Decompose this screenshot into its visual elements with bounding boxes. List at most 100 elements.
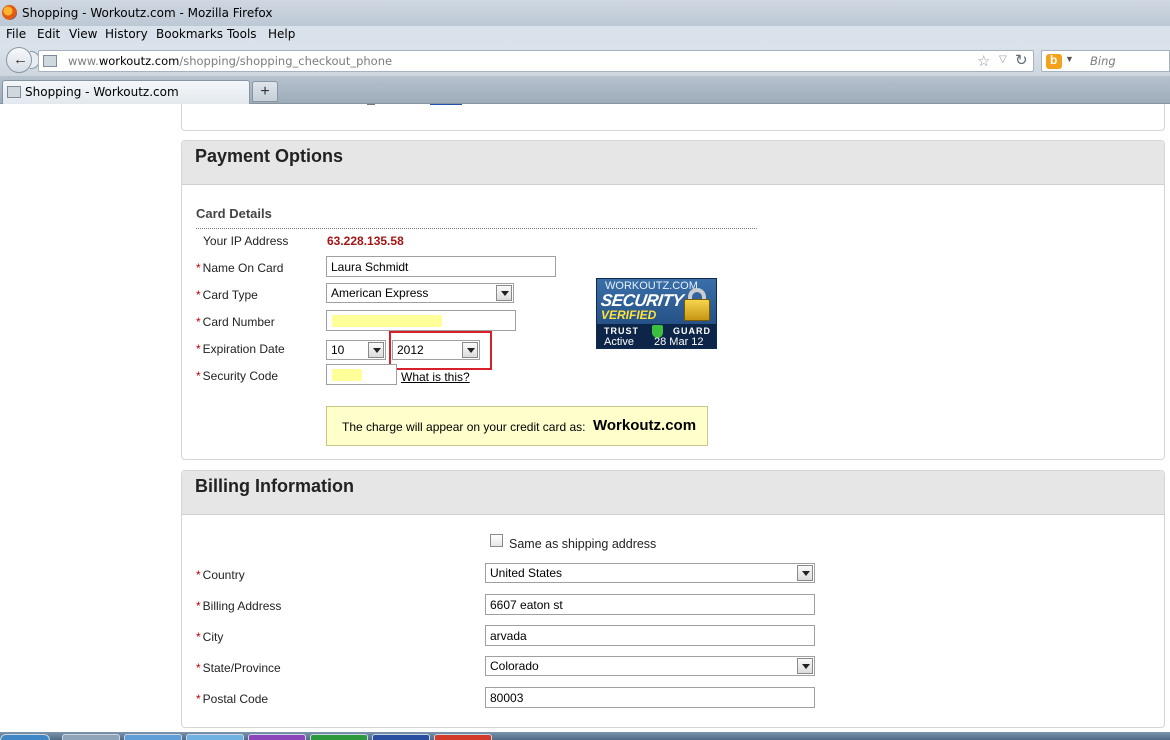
required-mark: * xyxy=(196,342,201,356)
menu-bookmarks[interactable]: Bookmarks xyxy=(156,27,223,41)
taskbar-item[interactable] xyxy=(62,734,120,740)
exp-month-value: 10 xyxy=(331,343,345,357)
menu-view[interactable]: View xyxy=(69,27,97,41)
required-mark: * xyxy=(196,599,201,613)
charge-notice: The charge will appear on your credit ca… xyxy=(326,406,708,446)
same-as-shipping-checkbox[interactable] xyxy=(490,534,503,547)
card-number-input[interactable] xyxy=(326,310,516,331)
required-mark: * xyxy=(196,568,201,582)
menu-tools[interactable]: Tools xyxy=(227,27,257,41)
required-mark: * xyxy=(196,261,201,275)
redacted-card-number xyxy=(332,315,442,327)
back-arrow-icon: ← xyxy=(13,51,28,68)
exp-month-select[interactable]: 10 xyxy=(326,340,386,360)
taskbar-item[interactable] xyxy=(124,734,182,740)
taskbar-item[interactable] xyxy=(186,734,244,740)
window-titlebar: Shopping - Workoutz.com - Mozilla Firefo… xyxy=(0,0,1170,26)
chevron-down-icon[interactable] xyxy=(797,658,813,674)
taskbar-item[interactable] xyxy=(434,734,492,740)
billing-address-label: * Billing Address xyxy=(196,599,282,613)
page-viewport: Payment Options Card Details Your IP Add… xyxy=(0,104,1170,732)
firefox-logo-icon xyxy=(2,5,17,20)
postal-code-input[interactable]: 80003 xyxy=(485,687,815,708)
chevron-down-icon[interactable] xyxy=(797,565,813,581)
menu-history[interactable]: History xyxy=(105,27,148,41)
charge-notice-brand: Workoutz.com xyxy=(593,417,697,434)
payment-header: Payment Options xyxy=(182,141,1164,185)
expiration-date-label: * Expiration Date xyxy=(196,342,285,356)
section-divider xyxy=(196,228,757,229)
site-identity-icon[interactable] xyxy=(43,55,57,67)
annotation-highlight-box xyxy=(389,331,492,370)
menu-edit[interactable]: Edit xyxy=(37,27,60,41)
billing-header: Billing Information xyxy=(182,471,1164,515)
required-mark: * xyxy=(196,661,201,675)
required-mark: * xyxy=(196,369,201,383)
card-type-value: American Express xyxy=(331,286,429,300)
card-number-label: * Card Number xyxy=(196,315,275,329)
badge-date: 28 Mar 12 xyxy=(654,336,704,348)
postal-code-label: * Postal Code xyxy=(196,692,269,706)
engine-dropdown-icon[interactable]: ▼ xyxy=(1065,54,1074,64)
security-verified-badge[interactable]: WORKOUTZ.COM SECURITY VERIFIED TRUST GUA… xyxy=(596,278,717,349)
tab-strip: Shopping - Workoutz.com + xyxy=(0,76,1170,104)
security-code-label: * Security Code xyxy=(196,369,279,383)
address-bar[interactable]: www.workoutz.com/shopping/shopping_check… xyxy=(38,50,1034,72)
redacted-security-code xyxy=(332,369,362,381)
search-box[interactable]: ▼ Bing xyxy=(1041,50,1170,72)
search-placeholder: Bing xyxy=(1090,54,1116,68)
ip-label: Your IP Address xyxy=(203,234,289,248)
back-button[interactable]: ← xyxy=(6,47,32,73)
chevron-down-icon[interactable] xyxy=(368,342,384,358)
start-button[interactable] xyxy=(0,734,50,740)
badge-verified: VERIFIED xyxy=(601,308,657,322)
taskbar-item[interactable] xyxy=(372,734,430,740)
history-dropdown-icon[interactable]: ▽ xyxy=(999,54,1007,65)
charge-notice-text: The charge will appear on your credit ca… xyxy=(342,420,586,434)
chevron-down-icon[interactable] xyxy=(496,285,512,301)
ip-value: 63.228.135.58 xyxy=(327,234,404,248)
menu-bar: File Edit View History Bookmarks Tools H… xyxy=(0,26,1170,44)
required-mark: * xyxy=(196,630,201,644)
menu-help[interactable]: Help xyxy=(268,27,295,41)
bing-engine-icon[interactable] xyxy=(1046,53,1062,69)
window-title: Shopping - Workoutz.com - Mozilla Firefo… xyxy=(22,6,273,20)
country-select[interactable]: United States xyxy=(485,563,815,583)
state-province-label: * State/Province xyxy=(196,661,281,675)
padlock-icon xyxy=(684,299,710,321)
name-on-card-input[interactable]: Laura Schmidt xyxy=(326,256,556,277)
billing-heading: Billing Information xyxy=(195,476,354,496)
card-type-select[interactable]: American Express xyxy=(326,283,514,303)
tab-shopping[interactable]: Shopping - Workoutz.com xyxy=(2,80,250,104)
clipped-text xyxy=(367,104,375,105)
country-label: * Country xyxy=(196,568,245,582)
reload-icon[interactable]: ↻ xyxy=(1015,51,1028,69)
city-input[interactable]: arvada xyxy=(485,625,815,646)
what-is-this-link[interactable]: What is this? xyxy=(401,370,470,384)
url-text: www.workoutz.com/shopping/shopping_check… xyxy=(68,54,393,68)
navigation-bar: ← www.workoutz.com/shopping/shopping_che… xyxy=(0,44,1170,76)
country-value: United States xyxy=(490,566,563,580)
billing-information-panel: Billing Information Same as shipping add… xyxy=(181,470,1165,728)
required-mark: * xyxy=(196,315,201,329)
new-tab-button[interactable]: + xyxy=(252,81,278,102)
same-as-shipping-label: Same as shipping address xyxy=(509,537,657,551)
billing-address-input[interactable]: 6607 eaton st xyxy=(485,594,815,615)
state-select[interactable]: Colorado xyxy=(485,656,815,676)
taskbar-item[interactable] xyxy=(248,734,306,740)
badge-guard: GUARD xyxy=(673,326,711,336)
clipped-link[interactable] xyxy=(430,104,462,105)
required-mark: * xyxy=(196,692,201,706)
tab-label: Shopping - Workoutz.com xyxy=(25,85,179,99)
previous-section-panel xyxy=(181,104,1165,131)
menu-file[interactable]: File xyxy=(6,27,26,41)
bookmark-star-icon[interactable]: ☆ xyxy=(977,52,990,70)
required-mark: * xyxy=(196,288,201,302)
taskbar-item[interactable] xyxy=(310,734,368,740)
card-type-label: * Card Type xyxy=(196,288,258,302)
card-details-title: Card Details xyxy=(196,206,272,221)
payment-options-panel: Payment Options Card Details Your IP Add… xyxy=(181,140,1165,460)
city-label: * City xyxy=(196,630,224,644)
badge-trust: TRUST xyxy=(604,326,639,336)
security-code-input[interactable] xyxy=(326,364,397,385)
